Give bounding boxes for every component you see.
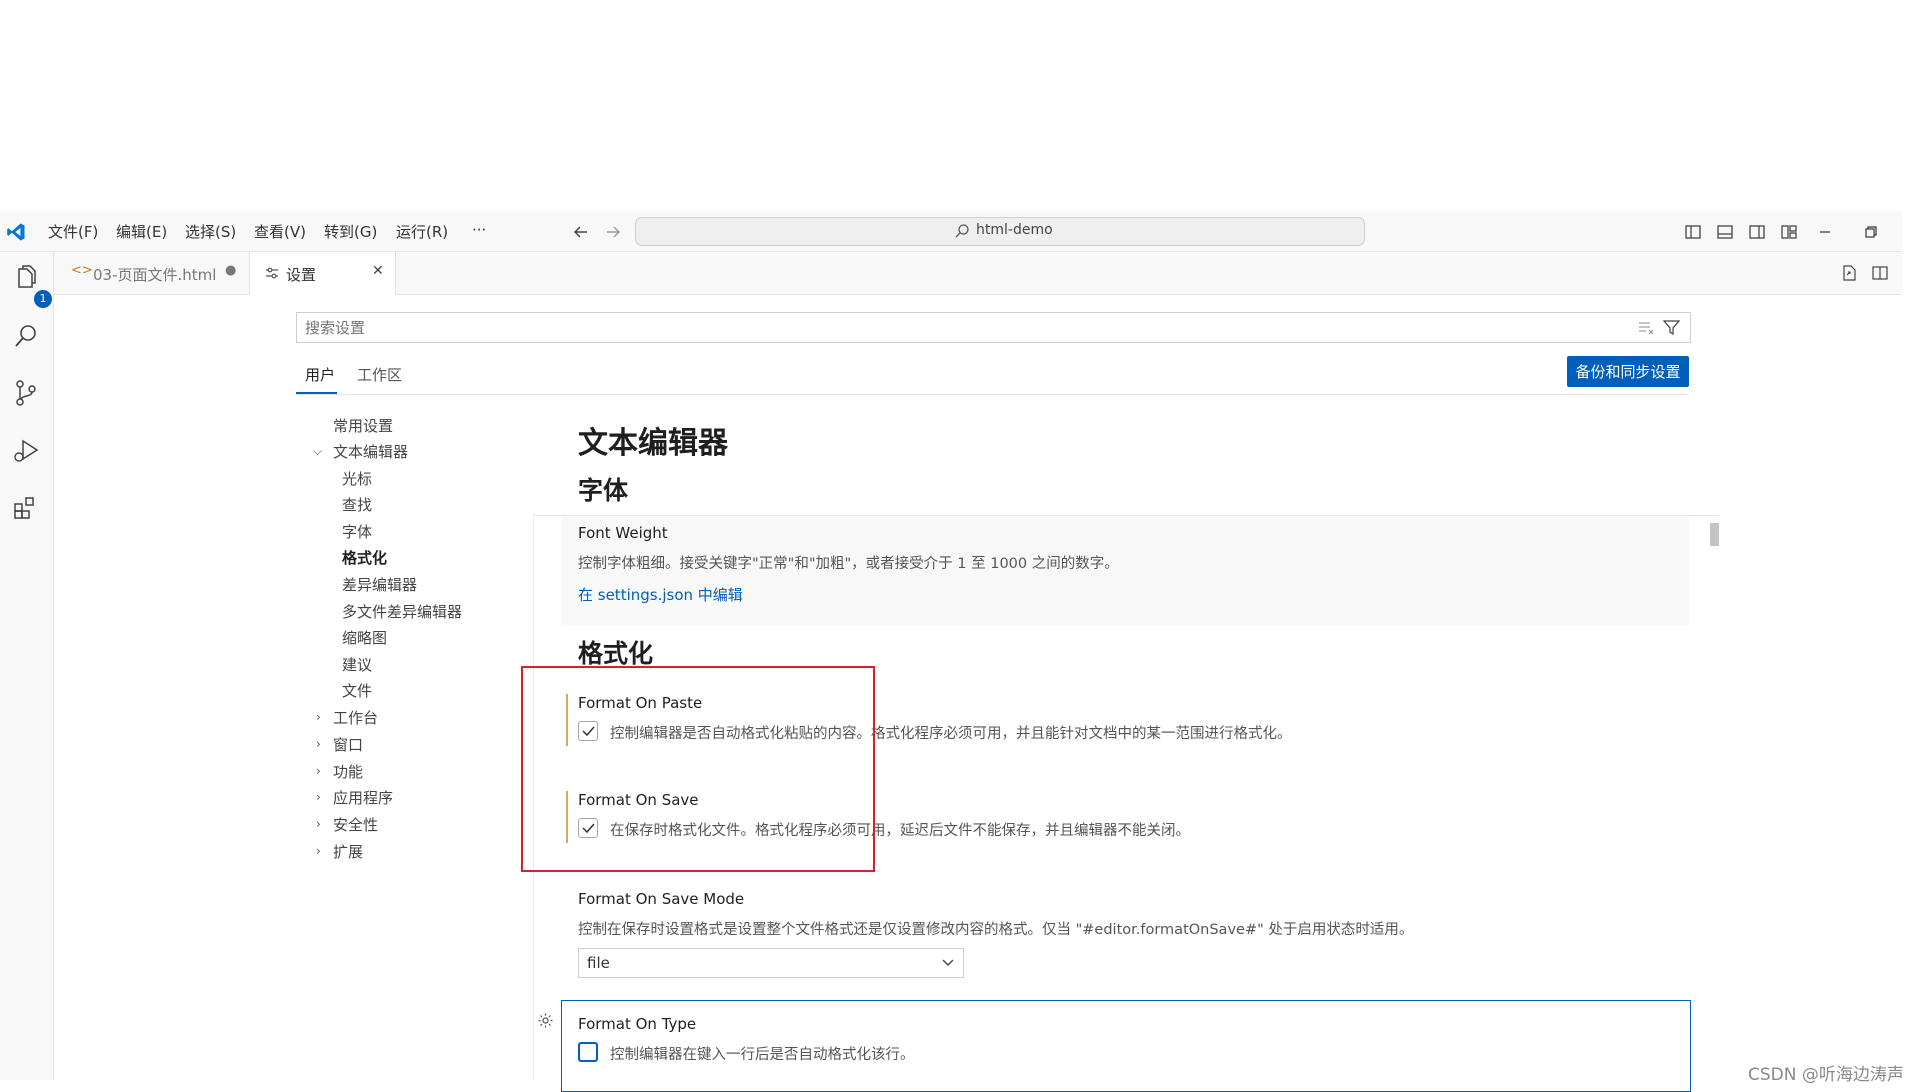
files-icon — [18, 265, 36, 288]
toc-files[interactable]: 文件 — [342, 680, 372, 701]
active-scope-indicator — [296, 392, 337, 394]
setting-title: Format On Type — [578, 1015, 697, 1033]
chevron-right-icon[interactable]: › — [316, 817, 321, 831]
source-control-icon — [16, 380, 36, 406]
toc-suggestions[interactable]: 建议 — [342, 654, 372, 675]
backup-sync-button[interactable]: 备份和同步设置 — [1567, 356, 1689, 387]
setting-description: 控制编辑器在键入一行后是否自动格式化该行。 — [610, 1047, 915, 1063]
activity-explorer[interactable]: 1 — [11, 263, 52, 308]
back-arrow-icon[interactable] — [572, 223, 590, 241]
menu-file[interactable]: 文件(F) — [48, 221, 98, 242]
tab-settings[interactable]: 设置 ✕ — [250, 252, 396, 295]
format-on-type-checkbox[interactable] — [578, 1042, 598, 1062]
tab-label: 03-页面文件.html — [93, 266, 217, 284]
split-editor-icon[interactable] — [1871, 264, 1889, 282]
toc-text-editor[interactable]: 文本编辑器 — [333, 441, 408, 462]
setting-title: Font Weight — [578, 524, 668, 542]
restore-icon[interactable] — [1862, 223, 1880, 241]
minimize-icon[interactable] — [1816, 223, 1834, 241]
settings-search-input[interactable] — [303, 316, 1607, 340]
toggle-secondary-sidebar-icon[interactable] — [1748, 223, 1766, 241]
activity-extensions[interactable] — [11, 493, 41, 523]
menu-selection[interactable]: 选择(S) — [185, 221, 236, 242]
chevron-right-icon[interactable]: › — [316, 710, 321, 724]
html-file-icon: <> — [71, 263, 93, 278]
toc-common[interactable]: 常用设置 — [333, 415, 393, 436]
chevron-down-icon — [942, 959, 954, 966]
activity-run-debug[interactable] — [11, 436, 41, 466]
toc-find[interactable]: 查找 — [342, 494, 372, 515]
watermark: CSDN @听海边涛声 — [1748, 1065, 1904, 1085]
vscode-logo-icon — [7, 223, 25, 241]
toc-window[interactable]: 窗口 — [333, 734, 363, 755]
toc-font[interactable]: 字体 — [342, 521, 372, 542]
chevron-right-icon[interactable]: › — [316, 737, 321, 751]
toc-security[interactable]: 安全性 — [333, 814, 378, 835]
chevron-right-icon[interactable]: › — [316, 764, 321, 778]
search-icon — [15, 325, 36, 347]
setting-title: Format On Save Mode — [578, 890, 745, 908]
tab-label: 设置 — [286, 266, 317, 284]
menu-go[interactable]: 转到(G) — [324, 221, 377, 242]
run-debug-icon — [14, 439, 39, 462]
scope-tab-user[interactable]: 用户 — [305, 364, 335, 385]
toggle-primary-sidebar-icon[interactable] — [1684, 223, 1702, 241]
section-title-font: 字体 — [578, 476, 629, 505]
extensions-icon — [14, 497, 34, 519]
section-title-formatting: 格式化 — [578, 639, 654, 668]
toc-minimap[interactable]: 缩略图 — [342, 627, 387, 648]
toc-diff-editor[interactable]: 差异编辑器 — [342, 574, 417, 595]
scrollbar-thumb[interactable] — [1710, 523, 1719, 546]
format-on-save-mode-select[interactable]: file — [578, 948, 964, 978]
command-center[interactable]: html-demo — [635, 217, 1365, 246]
unsaved-dot-icon[interactable]: ● — [225, 263, 236, 278]
menu-edit[interactable]: 编辑(E) — [116, 221, 167, 242]
command-center-label: html-demo — [976, 222, 1053, 238]
activity-search[interactable] — [11, 321, 41, 351]
clear-filter-icon[interactable] — [1638, 320, 1655, 335]
toc-extensions[interactable]: 扩展 — [333, 841, 363, 862]
chevron-down-icon[interactable]: ⌵ — [313, 444, 322, 459]
edit-in-settings-json-link[interactable]: 在 settings.json 中编辑 — [578, 584, 743, 605]
gear-icon[interactable] — [537, 1012, 554, 1029]
filter-icon[interactable] — [1663, 319, 1680, 336]
section-title-text-editor: 文本编辑器 — [578, 426, 728, 461]
customize-layout-icon[interactable] — [1780, 223, 1798, 241]
title-bar: 文件(F) 编辑(E) 选择(S) 查看(V) 转到(G) 运行(R) ··· … — [0, 211, 1902, 252]
forward-arrow-icon[interactable] — [604, 223, 622, 241]
tab-html-file[interactable]: <> 03-页面文件.html ● — [54, 252, 250, 294]
settings-search[interactable] — [296, 312, 1691, 343]
activity-source-control[interactable] — [11, 378, 41, 408]
chevron-right-icon[interactable]: › — [316, 844, 321, 858]
close-icon[interactable]: ✕ — [372, 263, 384, 279]
setting-description: 控制在保存时设置格式是设置整个文件格式还是仅设置修改内容的格式。仅当 "#edi… — [578, 922, 1414, 938]
toc-workbench[interactable]: 工作台 — [333, 707, 378, 728]
annotation-highlight-box — [521, 666, 875, 872]
activity-bar: 1 — [0, 252, 54, 1080]
scope-divider — [296, 394, 1689, 395]
chevron-right-icon[interactable]: › — [316, 790, 321, 804]
content-divider — [533, 515, 1719, 516]
toc-formatting[interactable]: 格式化 — [342, 547, 387, 568]
select-value: file — [587, 954, 610, 972]
toc-multi-diff-editor[interactable]: 多文件差异编辑器 — [342, 601, 462, 622]
open-settings-json-icon[interactable] — [1840, 264, 1858, 282]
explorer-badge: 1 — [34, 290, 52, 308]
editor-tab-bar: <> 03-页面文件.html ● 设置 ✕ — [54, 252, 1902, 295]
menu-more[interactable]: ··· — [472, 221, 486, 239]
search-icon — [955, 224, 969, 238]
setting-description: 控制字体粗细。接受关键字"正常"和"加粗"，或者接受介于 1 至 1000 之间… — [578, 556, 1119, 572]
scope-tab-workspace[interactable]: 工作区 — [357, 364, 402, 385]
settings-tab-icon — [266, 267, 278, 279]
toc-cursor[interactable]: 光标 — [342, 468, 372, 489]
menu-run[interactable]: 运行(R) — [396, 221, 448, 242]
toggle-panel-icon[interactable] — [1716, 223, 1734, 241]
toc-application[interactable]: 应用程序 — [333, 787, 393, 808]
menu-view[interactable]: 查看(V) — [254, 221, 306, 242]
toc-features[interactable]: 功能 — [333, 761, 363, 782]
